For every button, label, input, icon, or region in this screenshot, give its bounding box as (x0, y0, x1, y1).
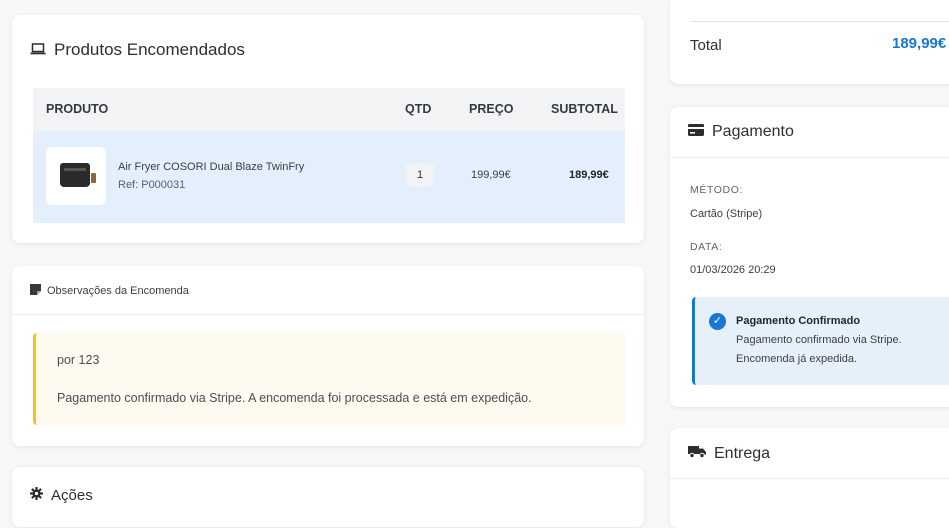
alert-text: Encomenda já expedida. (736, 353, 858, 365)
product-name: Air Fryer COSORI Dual Blaze TwinFry (118, 161, 305, 173)
order-notes-card: Observações da Encomenda por 123 Pagamen… (12, 266, 644, 446)
product-price: 199,99€ (471, 169, 511, 181)
order-total-card: Total 189,99€ (670, 0, 949, 84)
divider (12, 314, 644, 315)
alert-title: Pagamento Confirmado (736, 315, 861, 327)
note-text: por 123 (57, 353, 100, 367)
table-row[interactable]: Air Fryer COSORI Dual Blaze TwinFry Ref:… (33, 131, 625, 223)
note-icon (30, 284, 41, 298)
notes-card-header: Observações da Encomenda (30, 284, 189, 298)
payment-confirmed-alert: ✓ Pagamento Confirmado Pagamento confirm… (692, 297, 949, 385)
air-fryer-image (46, 147, 106, 205)
total-label: Total (690, 37, 722, 54)
column-header-qty: QTD (405, 102, 432, 116)
note-box: por 123 Pagamento confirmado via Stripe.… (33, 333, 626, 425)
divider (690, 21, 949, 22)
total-value: 189,99€ (892, 35, 947, 52)
products-table-header: PRODUTO QTD PREÇO SUBTOTAL (33, 88, 625, 131)
products-card: Produtos Encomendados PRODUTO QTD PREÇO … (12, 15, 644, 243)
actions-card: Ações (12, 467, 644, 527)
gear-icon (30, 487, 43, 504)
product-ref: Ref: P000031 (118, 179, 186, 191)
alert-text: Pagamento confirmado via Stripe. (736, 334, 902, 346)
payment-date-value: 01/03/2026 20:29 (690, 264, 776, 276)
payment-card-title: Pagamento (712, 123, 794, 140)
delivery-card-title: Entrega (714, 445, 771, 462)
delivery-card-header: Entrega (688, 445, 770, 463)
column-header-subtotal: SUBTOTAL (551, 102, 618, 116)
notes-card-title: Observações da Encomenda (47, 285, 189, 297)
check-circle-icon: ✓ (709, 313, 726, 330)
column-header-product: PRODUTO (46, 102, 109, 116)
payment-method-value: Cartão (Stripe) (690, 208, 763, 220)
divider (670, 157, 949, 158)
payment-card: Pagamento MÉTODO: Cartão (Stripe) DATA: … (670, 107, 949, 407)
quantity-badge: 1 (406, 163, 434, 187)
products-card-title: Produtos Encomendados (54, 40, 245, 59)
divider (670, 478, 949, 479)
note-text: Pagamento confirmado via Stripe. A encom… (57, 391, 532, 405)
truck-icon (688, 445, 706, 463)
column-header-price: PREÇO (469, 102, 514, 116)
actions-card-title: Ações (51, 487, 93, 504)
payment-date-label: DATA: (690, 241, 723, 253)
actions-card-header: Ações (30, 487, 93, 504)
product-subtotal: 189,99€ (569, 169, 609, 181)
payment-method-label: MÉTODO: (690, 184, 744, 196)
payment-card-header: Pagamento (688, 123, 794, 141)
laptop-icon (30, 40, 46, 60)
products-card-header: Produtos Encomendados (30, 40, 245, 60)
delivery-card: Entrega (670, 428, 949, 528)
credit-card-icon (688, 123, 704, 141)
